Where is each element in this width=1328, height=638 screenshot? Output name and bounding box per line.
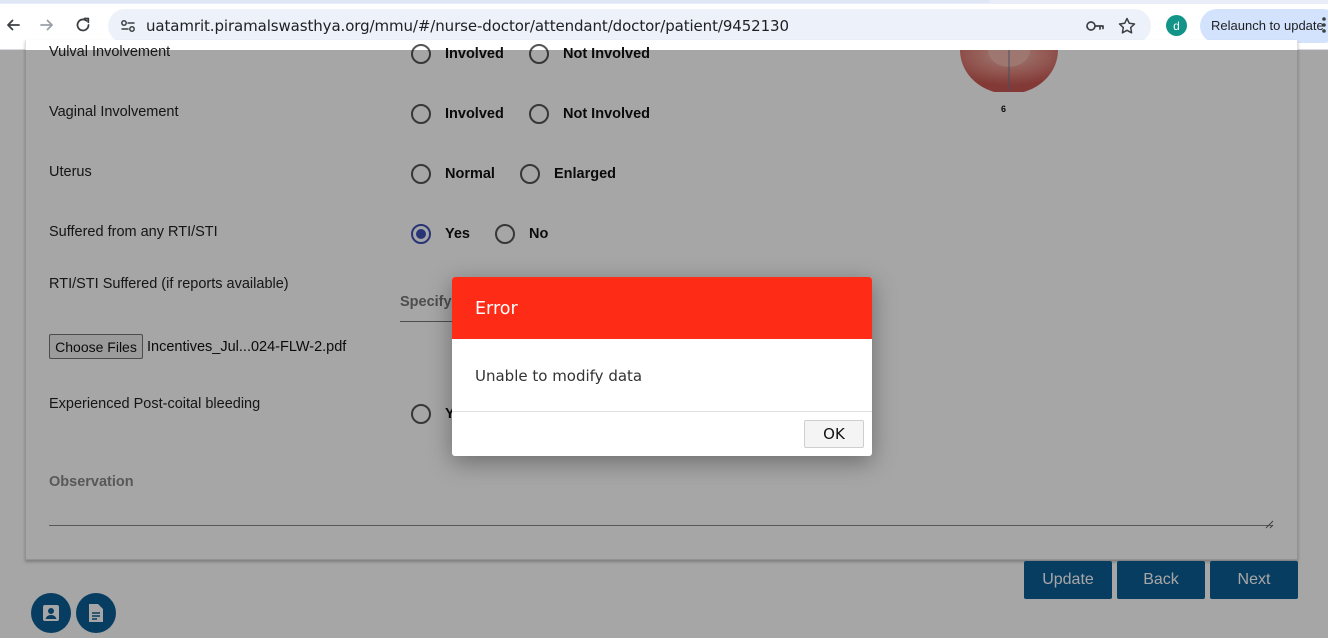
back-arrow-icon[interactable]	[2, 14, 24, 36]
error-dialog: Error Unable to modify data OK	[452, 277, 872, 456]
bookmark-star-icon[interactable]	[1117, 16, 1137, 36]
reload-icon[interactable]	[72, 14, 94, 36]
site-settings-icon[interactable]	[119, 17, 137, 35]
ok-button[interactable]: OK	[804, 420, 864, 448]
active-tab-edge	[0, 0, 990, 3]
kebab-menu-icon[interactable]	[1321, 16, 1327, 34]
url-text[interactable]: uatamrit.piramalswasthya.org/mmu/#/nurse…	[146, 17, 789, 35]
dialog-divider	[452, 411, 872, 412]
relaunch-button[interactable]: Relaunch to update	[1200, 9, 1328, 43]
error-dialog-title: Error	[475, 299, 518, 319]
password-key-icon[interactable]	[1085, 17, 1105, 35]
error-dialog-message: Unable to modify data	[475, 367, 643, 385]
forward-arrow-icon[interactable]	[36, 14, 58, 36]
profile-avatar[interactable]: d	[1166, 15, 1187, 36]
relaunch-label: Relaunch to update	[1211, 18, 1324, 33]
error-dialog-header: Error	[452, 277, 872, 339]
address-bar[interactable]: uatamrit.piramalswasthya.org/mmu/#/nurse…	[108, 9, 1151, 43]
